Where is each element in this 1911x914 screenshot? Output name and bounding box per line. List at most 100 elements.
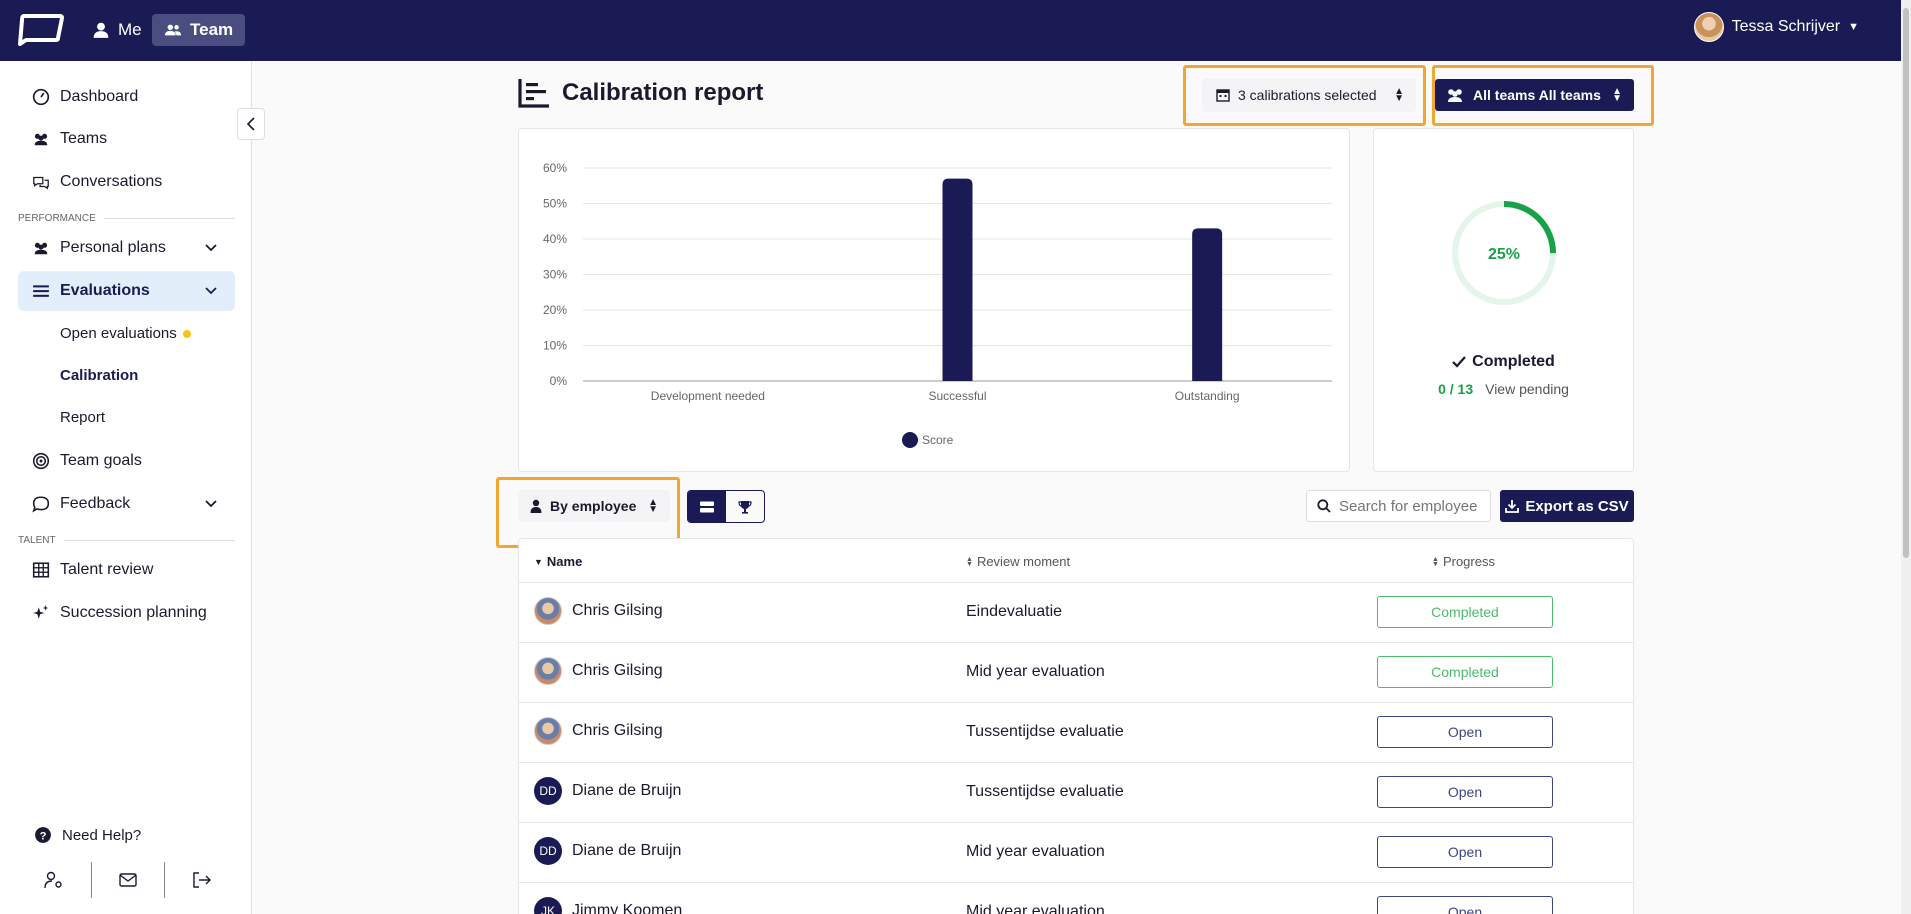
sidebar-item-label: Succession planning	[60, 604, 207, 621]
calibrations-select[interactable]: 3 calibrations selected ▲ ▼	[1202, 78, 1416, 112]
logout-button[interactable]	[165, 861, 238, 899]
check-icon	[1452, 356, 1466, 368]
group-by-select[interactable]: By employee ▲ ▼	[518, 490, 670, 522]
sort-arrows-icon: ▲ ▼	[966, 555, 973, 568]
search-icon	[1317, 499, 1331, 513]
sidebar-item-label: Feedback	[60, 495, 131, 512]
nav-me-button[interactable]: Me	[80, 14, 154, 46]
sidebar-item-dashboard[interactable]: Dashboard	[18, 77, 235, 117]
sidebar-item-team-goals[interactable]: Team goals	[18, 441, 235, 481]
rows-icon	[700, 501, 714, 512]
x-tick-label: Development needed	[651, 389, 765, 403]
list-view-button[interactable]	[688, 491, 726, 522]
notification-dot	[182, 329, 191, 338]
grid-icon	[32, 562, 50, 578]
sidebar-subitem-open-evaluations[interactable]: Open evaluations	[60, 325, 191, 342]
progress-percent: 25%	[1488, 246, 1520, 263]
user-settings-icon	[44, 871, 63, 889]
progress-status-badge[interactable]: Open	[1377, 776, 1553, 808]
user-menu[interactable]: Tessa Schrijver ▼	[1693, 12, 1859, 42]
view-pending-link[interactable]: View pending	[1485, 381, 1569, 397]
user-avatar	[1693, 12, 1724, 42]
row-divider	[519, 642, 1633, 643]
column-header-review-moment[interactable]: ▲ ▼ Review moment	[966, 554, 1070, 569]
progress-status-badge[interactable]: Completed	[1377, 656, 1553, 688]
progress-status-badge[interactable]: Open	[1377, 716, 1553, 748]
user-icon	[93, 22, 109, 38]
user-icon	[530, 499, 542, 513]
messages-button[interactable]	[92, 861, 165, 899]
trophy-icon	[738, 500, 752, 514]
table-row-name[interactable]: Chris Gilsing	[534, 657, 663, 685]
sidebar-item-teams[interactable]: Teams	[18, 119, 235, 159]
export-csv-button[interactable]: Export as CSV	[1500, 490, 1634, 522]
progress-status-badge[interactable]: Open	[1377, 896, 1553, 914]
scrollbar-thumb[interactable]	[1903, 8, 1909, 558]
sort-arrows-icon: ▲ ▼	[648, 497, 658, 515]
sidebar-item-succession-planning[interactable]: Succession planning	[18, 593, 235, 633]
profile-settings-button[interactable]	[18, 861, 91, 899]
progress-status-badge[interactable]: Open	[1377, 836, 1553, 868]
view-toggle	[687, 490, 765, 523]
chevron-down-icon	[205, 284, 217, 298]
users-icon	[1448, 89, 1462, 102]
sidebar-item-personal-plans[interactable]: Personal plans	[18, 228, 235, 268]
sidebar-item-label: Dashboard	[60, 88, 139, 105]
avatar	[534, 717, 562, 745]
sidebar-item-label: Personal plans	[60, 239, 166, 256]
teams-select[interactable]: All teams All teams ▲ ▼	[1435, 79, 1634, 111]
group-by-value: By employee	[550, 498, 637, 514]
sidebar-subitem-calibration[interactable]: Calibration	[60, 367, 138, 384]
employee-name: Chris Gilsing	[572, 602, 663, 619]
table-row-name[interactable]: DD Diane de Bruijn	[534, 837, 681, 865]
ranking-view-button[interactable]	[726, 491, 764, 522]
help-link[interactable]: ? Need Help?	[34, 826, 141, 844]
app-logo-icon[interactable]	[18, 12, 64, 46]
sidebar-item-label: Conversations	[60, 173, 163, 190]
section-label-talent: TALENT	[18, 535, 235, 546]
nav-team-button[interactable]: Team	[152, 14, 246, 46]
target-icon	[32, 452, 50, 470]
column-header-progress[interactable]: ▲ ▼ Progress	[1432, 554, 1495, 569]
table-row-name[interactable]: Chris Gilsing	[534, 717, 663, 745]
sidebar-item-talent-review[interactable]: Talent review	[18, 550, 235, 590]
sort-arrows-icon: ▲ ▼	[1394, 86, 1404, 104]
completion-summary: 0 / 13 View pending	[1374, 381, 1633, 397]
dashboard-icon	[32, 88, 50, 106]
help-icon: ?	[35, 827, 51, 843]
sort-arrows-icon: ▲ ▼	[1612, 86, 1622, 104]
chevron-down-icon	[205, 241, 217, 255]
page-title-text: Calibration report	[562, 79, 764, 106]
bar-chart: 0% 10% 20% 30% 40% 50% 60% Development needed Su…	[543, 161, 1332, 448]
sidebar-subitem-report[interactable]: Report	[60, 409, 105, 426]
sidebar-item-conversations[interactable]: Conversations	[18, 162, 235, 202]
row-divider	[519, 762, 1633, 763]
download-icon	[1505, 500, 1520, 513]
x-tick-label: Outstanding	[1175, 389, 1240, 403]
table-row-name[interactable]: DD Diane de Bruijn	[534, 777, 681, 805]
progress-status-badge[interactable]: Completed	[1377, 596, 1553, 628]
column-header-name[interactable]: ▼ Name	[534, 554, 582, 569]
users-icon	[34, 242, 48, 255]
export-label: Export as CSV	[1525, 497, 1629, 515]
row-divider	[519, 882, 1633, 883]
y-tick-label: 60%	[543, 161, 567, 175]
employee-name: Diane de Bruijn	[572, 782, 682, 799]
collapse-sidebar-button[interactable]	[237, 108, 265, 140]
y-tick-label: 30%	[543, 268, 567, 282]
search-input[interactable]	[1339, 497, 1479, 515]
table-row-name[interactable]: Chris Gilsing	[534, 597, 663, 625]
y-tick-label: 10%	[543, 339, 567, 353]
sidebar: Dashboard Teams Conversations PERFORMANC…	[0, 61, 252, 914]
table-row-name[interactable]: JK Jimmy Koomen	[534, 897, 682, 914]
users-icon	[164, 24, 182, 36]
employee-search[interactable]	[1306, 490, 1491, 522]
row-divider	[519, 702, 1633, 703]
employee-name: Jimmy Koomen	[572, 902, 683, 914]
chart-bars-icon	[518, 79, 549, 108]
page-scrollbar[interactable]	[1901, 0, 1911, 914]
y-tick-label: 50%	[543, 197, 567, 211]
calibrations-select-value: 3 calibrations selected	[1238, 87, 1377, 103]
sidebar-item-evaluations[interactable]: Evaluations	[18, 271, 235, 311]
sidebar-item-feedback[interactable]: Feedback	[18, 484, 235, 524]
